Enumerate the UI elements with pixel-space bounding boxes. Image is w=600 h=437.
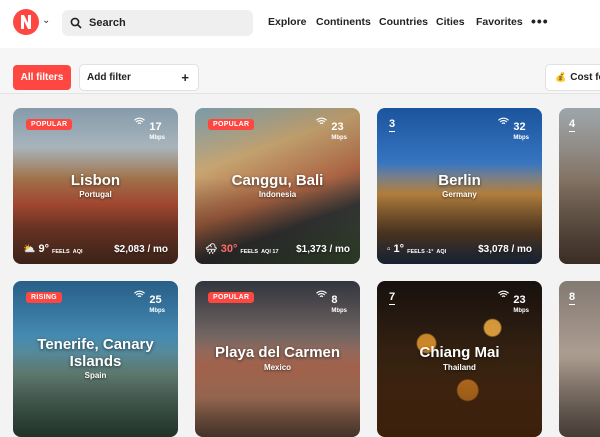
cost-filter-label: Cost fo [570,72,600,83]
wifi-icon [498,290,510,298]
wifi-speed: 25 Mbps [134,290,165,314]
chevron-down-icon[interactable]: ⌄ [42,15,50,26]
wifi-icon [316,117,328,125]
cost-of-living: $1,373 / mo [296,244,350,255]
wifi-speed: 23 Mbps [498,290,529,314]
city-card-berlin[interactable]: 3 32 Mbps Berlin Germany ▫ 1° FEELS -1° A… [377,108,542,264]
sun-cloud-icon: ⛅ [23,244,36,255]
wifi-speed: 8 Mbps [316,290,347,314]
rank-number: 3 [389,118,396,132]
more-menu-icon[interactable]: ••• [531,13,549,29]
search-icon [70,17,82,29]
add-filter-label: Add filter [87,72,131,83]
rank-number: 7 [389,291,396,305]
city-name: Chiang Mai [419,344,500,361]
search-label: Search [89,17,126,29]
country-name: Spain [84,371,107,380]
wifi-speed: 17 Mbps [134,117,165,141]
wifi-speed: 32 Mbps [498,117,529,141]
rising-badge: RISING [26,292,62,303]
city-name: Tenerife, Canary Islands [37,336,154,370]
city-name: Playa del Carmen [214,344,341,361]
weather: ⛅ 9° FEELS AQI [23,243,83,255]
country-name: Portugal [79,190,112,199]
cost-filter-button[interactable]: 💰 Cost fo [546,65,600,90]
wifi-icon [134,290,146,298]
rank-number: 8 [569,291,576,305]
nav-explore[interactable]: Explore [268,16,307,28]
wifi-icon [134,117,146,125]
popular-badge: POPULAR [208,119,255,130]
country-name: Mexico [263,363,292,372]
top-bar: ⌄ Search Explore Continents Countries Ci… [0,0,600,48]
country-name: Indonesia [258,190,297,199]
country-name: Thailand [443,363,476,372]
wifi-icon [498,117,510,125]
all-filters-button[interactable]: All filters [13,65,71,90]
snow-icon: ▫ [387,244,391,255]
popular-badge: POPULAR [208,292,255,303]
weather: ▫ 1° FEELS -1° AQI [387,243,447,255]
cost-of-living: $2,083 / mo [114,244,168,255]
city-card-partial[interactable]: 8 [559,281,600,437]
plus-icon: + [181,70,189,85]
city-card-canggu[interactable]: POPULAR 23 Mbps Canggu, Bali Indonesia 🌧 … [195,108,360,264]
wifi-icon [316,290,328,298]
nav-favorites[interactable]: Favorites [476,16,523,28]
city-card-chiang-mai[interactable]: 7 23 Mbps Chiang Mai Thailand [377,281,542,437]
rank-number: 4 [569,118,576,132]
search-input[interactable]: Search [62,10,253,36]
weather: 🌧 30° FEELS AQI 17 [205,243,279,255]
city-name: Lisbon [70,172,121,189]
cost-of-living: $3,078 / mo [478,244,532,255]
city-card-playa-del-carmen[interactable]: POPULAR 8 Mbps Playa del Carmen Mexico [195,281,360,437]
city-name: Berlin [438,172,481,189]
nav-continents[interactable]: Continents [316,16,371,28]
country-name: Germany [442,190,477,199]
city-card-tenerife[interactable]: RISING 25 Mbps Tenerife, Canary Islands S… [13,281,178,437]
city-card-partial[interactable]: 4 [559,108,600,264]
nav-countries[interactable]: Countries [379,16,428,28]
popular-badge: POPULAR [26,119,73,130]
nomad-logo-icon[interactable] [13,9,39,35]
rain-cloud-icon: 🌧 [205,244,218,255]
money-bag-icon: 💰 [555,72,567,82]
add-filter-button[interactable]: Add filter + [80,65,198,90]
wifi-speed: 23 Mbps [316,117,347,141]
city-name: Canggu, Bali [231,172,324,189]
nav-cities[interactable]: Cities [436,16,465,28]
city-card-lisbon[interactable]: POPULAR 17 Mbps Lisbon Portugal ⛅ 9° FEEL… [13,108,178,264]
